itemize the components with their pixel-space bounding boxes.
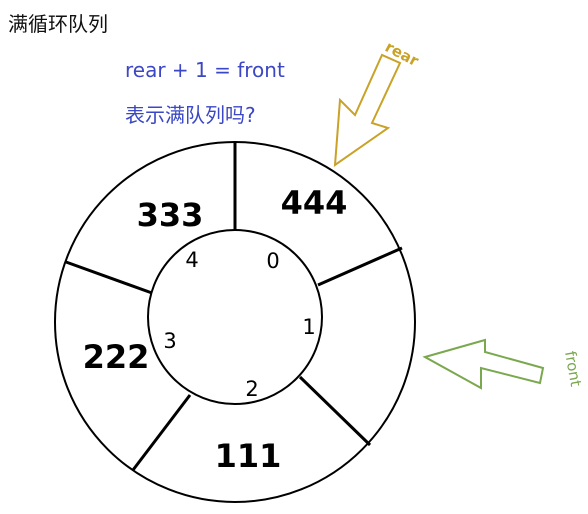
divider-bottom-left	[131, 394, 192, 471]
slot-value-4: 333	[137, 196, 204, 234]
slot-value-0: 444	[281, 184, 348, 222]
divider-right	[317, 246, 403, 287]
slot-index-0: 0	[266, 249, 279, 273]
slot-value-3: 222	[83, 338, 150, 376]
divider-left	[65, 260, 153, 295]
slot-index-1: 1	[302, 315, 315, 339]
slot-index-2: 2	[245, 377, 258, 401]
slot-index-3: 3	[163, 329, 176, 353]
front-label: front	[561, 350, 585, 388]
slot-value-2: 111	[215, 437, 282, 475]
circular-queue-diagram: 444 111 222 333 0 1 2 3 4 rear front	[54, 38, 585, 503]
rear-arrow-icon	[333, 53, 402, 168]
inner-ring	[147, 229, 323, 405]
divider-bottom-right	[298, 375, 372, 447]
slot-index-4: 4	[185, 248, 198, 272]
front-arrow-icon	[422, 338, 545, 390]
